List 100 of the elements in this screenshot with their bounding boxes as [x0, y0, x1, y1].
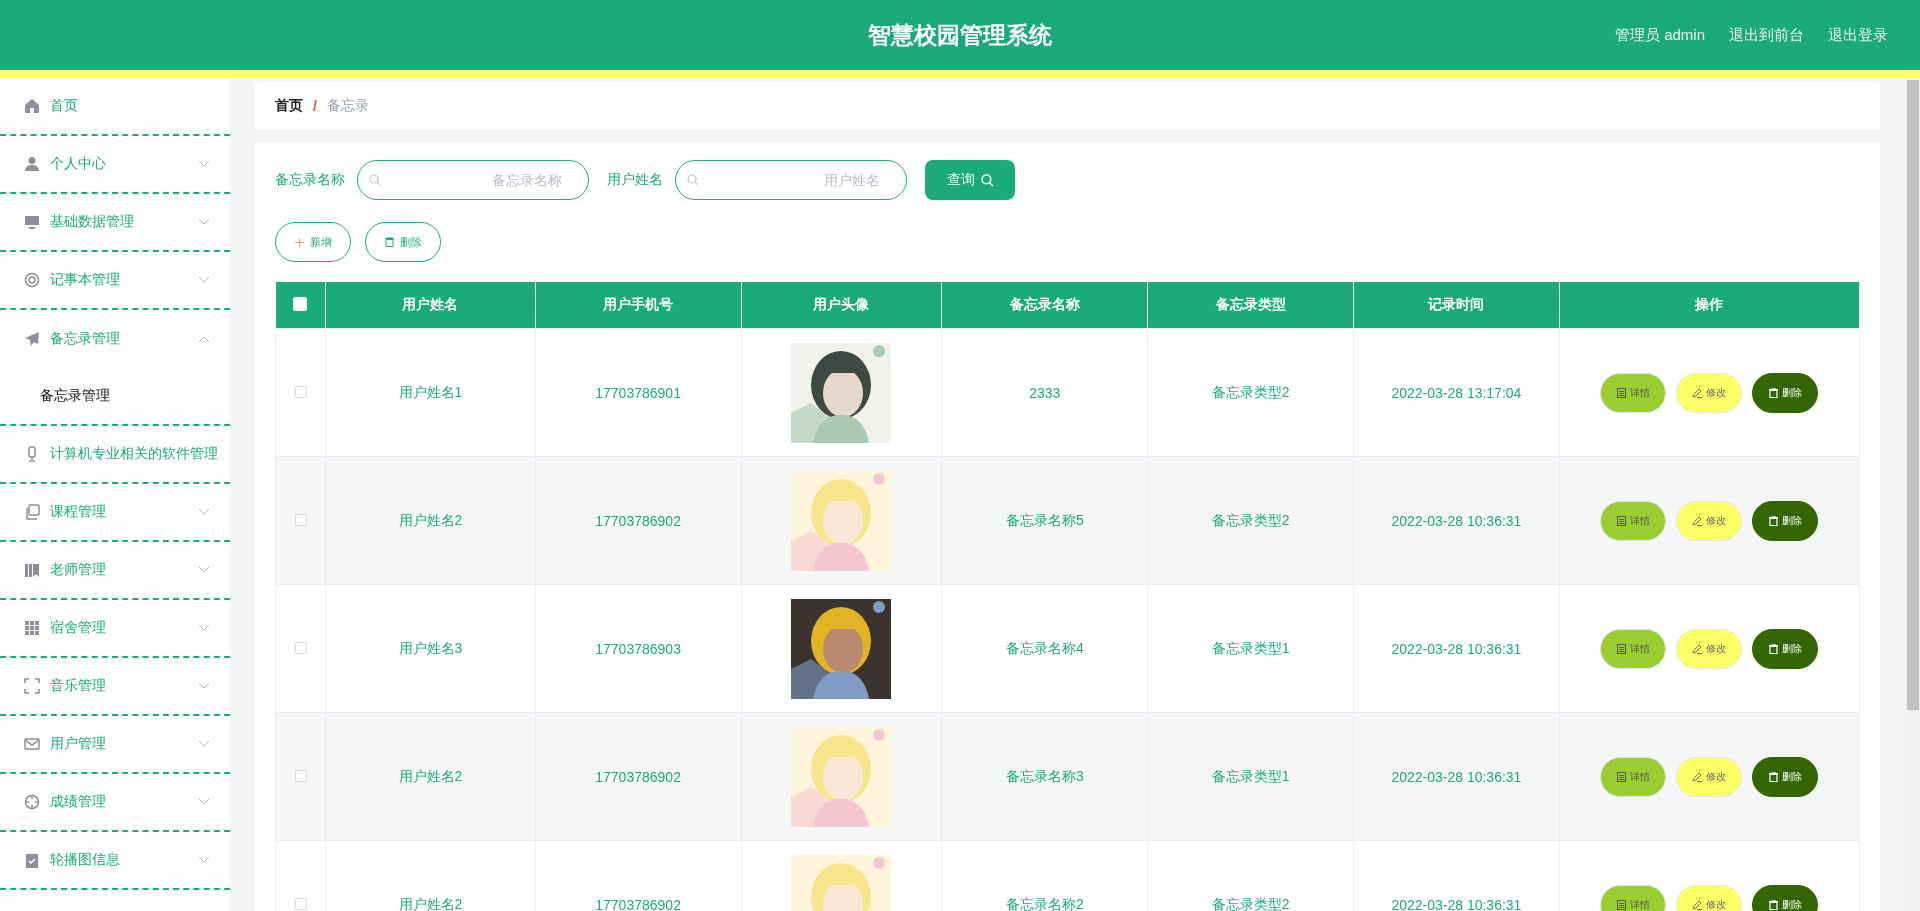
table-cell: 2333 [941, 328, 1148, 457]
sidebar-item[interactable]: 宿舍管理 [0, 600, 230, 658]
table-cell: 备忘录类型2 [1147, 456, 1354, 585]
edit-button[interactable]: 修改 [1676, 372, 1743, 413]
pencil-icon [1692, 387, 1703, 398]
column-header: 用户头像 [741, 282, 942, 329]
table-cell: 2022-03-28 13:17:04 [1353, 328, 1560, 457]
plus-icon [294, 237, 304, 247]
sidebar-item[interactable]: 老师管理 [0, 542, 230, 600]
trash-icon [1768, 643, 1778, 654]
query-button[interactable]: 查询 [925, 160, 1015, 200]
column-header: 操作 [1559, 282, 1860, 329]
table-cell: 用户姓名2 [325, 712, 536, 841]
corners-icon [24, 678, 40, 694]
chevron-down-icon [198, 798, 210, 806]
chevron-down-icon [198, 160, 210, 168]
row-checkbox[interactable] [294, 897, 307, 910]
field-label: 用户姓名 [607, 171, 663, 189]
table-cell: 17703786902 [535, 456, 741, 585]
sidebar-item[interactable]: 用户管理 [0, 716, 230, 774]
paper-plane-icon [24, 331, 40, 347]
table-cell: 备忘录名称4 [941, 584, 1148, 713]
sidebar-item[interactable]: 音乐管理 [0, 658, 230, 716]
column-header: 用户姓名 [325, 282, 536, 329]
delete-button[interactable]: 删除 [1752, 756, 1819, 797]
table-cell: 备忘录名称5 [941, 456, 1148, 585]
chevron-down-icon [198, 566, 210, 574]
copy-icon [24, 504, 40, 520]
chevron-down-icon [198, 508, 210, 516]
table-cell: 用户姓名2 [325, 456, 536, 585]
edit-button[interactable]: 修改 [1676, 884, 1743, 911]
search-icon [369, 174, 381, 186]
table-cell: 2022-03-28 10:36:31 [1353, 712, 1560, 841]
edit-button[interactable]: 修改 [1676, 628, 1743, 669]
delete-button[interactable]: 删除 [1752, 884, 1819, 911]
books-icon [24, 562, 40, 578]
chevron-down-icon [198, 276, 210, 284]
trash-icon [1768, 387, 1778, 398]
details-button[interactable]: 详情 [1600, 500, 1667, 541]
sidebar-item[interactable]: 记事本管理 [0, 252, 230, 310]
trash-icon [1768, 899, 1778, 910]
sidebar-item[interactable]: 首页 [0, 78, 230, 136]
app-title: 智慧校园管理系统 [868, 21, 1052, 48]
table-cell: 用户姓名3 [325, 584, 536, 713]
row-checkbox[interactable] [294, 769, 307, 782]
sidebar-item[interactable]: 轮播图信息 [0, 832, 230, 890]
header-link[interactable]: 退出登录 [1828, 25, 1888, 45]
table-cell: 用户姓名1 [325, 328, 536, 457]
add-button[interactable]: 新增 [275, 222, 351, 262]
table-cell: 备忘录类型1 [1147, 584, 1354, 713]
table-cell: 2022-03-28 10:36:31 [1353, 456, 1560, 585]
chevron-down-icon [198, 624, 210, 632]
row-checkbox[interactable] [294, 385, 307, 398]
select-all-checkbox[interactable] [293, 296, 308, 311]
delete-button[interactable]: 删除 [365, 222, 441, 262]
ring-icon [24, 272, 40, 288]
scrollbar-thumb[interactable] [1906, 80, 1919, 710]
table-cell: 2022-03-28 10:36:31 [1353, 584, 1560, 713]
document-icon [1616, 643, 1626, 654]
column-header: 用户手机号 [535, 282, 741, 329]
chevron-up-icon [198, 335, 210, 343]
breadcrumb-separator: / [313, 98, 317, 114]
sidebar-item[interactable]: 课程管理 [0, 484, 230, 542]
trash-icon [384, 237, 394, 247]
document-icon [1616, 387, 1626, 398]
sidebar-item[interactable]: 基础数据管理 [0, 194, 230, 252]
edit-button[interactable]: 修改 [1676, 500, 1743, 541]
details-button[interactable]: 详情 [1600, 884, 1667, 911]
search-field[interactable]: 用户姓名 [675, 160, 907, 200]
table-cell: 17703786902 [535, 712, 741, 841]
column-header: 记录时间 [1353, 282, 1560, 329]
delete-button[interactable]: 删除 [1752, 628, 1819, 669]
details-button[interactable]: 详情 [1600, 628, 1667, 669]
edit-button[interactable]: 修改 [1676, 756, 1743, 797]
pencil-icon [1692, 515, 1703, 526]
trash-icon [1768, 771, 1778, 782]
field-label: 备忘录名称 [275, 171, 345, 189]
search-field[interactable]: 备忘录名称 [357, 160, 589, 200]
table-cell: 备忘录类型2 [1147, 328, 1354, 457]
pencil-icon [1692, 899, 1703, 910]
sidebar-item[interactable]: 备忘录管理 [0, 310, 230, 368]
header-link[interactable]: 退出到前台 [1729, 25, 1804, 45]
pencil-icon [1692, 771, 1703, 782]
header-link[interactable]: 管理员 admin [1614, 25, 1705, 45]
chevron-down-icon [198, 682, 210, 690]
envelope-icon [24, 736, 40, 752]
sidebar-item[interactable]: 个人中心 [0, 136, 230, 194]
sidebar-item[interactable]: 计算机专业相关的软件管理 [0, 426, 230, 484]
chevron-down-icon [198, 856, 210, 864]
row-checkbox[interactable] [294, 513, 307, 526]
search-icon [687, 174, 699, 186]
sidebar-item[interactable]: 成绩管理 [0, 774, 230, 832]
monitor-icon [24, 214, 40, 230]
delete-button[interactable]: 删除 [1752, 500, 1819, 541]
breadcrumb-item[interactable]: 首页 [275, 97, 303, 115]
details-button[interactable]: 详情 [1600, 372, 1667, 413]
delete-button[interactable]: 删除 [1752, 372, 1819, 413]
row-checkbox[interactable] [294, 641, 307, 654]
scrollbar[interactable] [1905, 78, 1920, 911]
details-button[interactable]: 详情 [1600, 756, 1667, 797]
